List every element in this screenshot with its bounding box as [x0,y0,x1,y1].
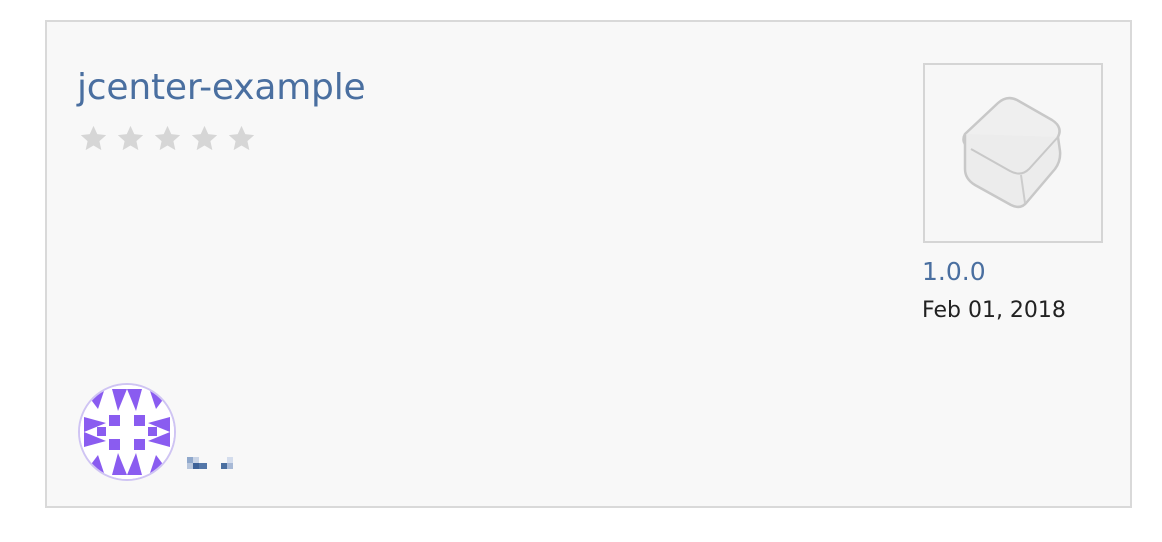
package-card: jcenter-example 1.0.0 Feb 01, 2018 [45,20,1132,508]
latest-version-link[interactable]: 1.0.0 [922,257,986,286]
pixelated-owner-name [187,457,233,469]
star-icon[interactable] [116,124,145,153]
identicon-avatar [80,385,174,479]
box-icon [962,96,1062,209]
package-title-link[interactable]: jcenter-example [77,70,366,106]
star-icon[interactable] [79,124,108,153]
star-icon[interactable] [153,124,182,153]
star-icon[interactable] [227,124,256,153]
package-image [923,63,1103,243]
star-icon[interactable] [190,124,219,153]
owner-avatar[interactable] [78,383,176,481]
rating-stars [79,124,256,153]
updated-date: Feb 01, 2018 [922,298,1066,323]
owner-name-obscured [187,455,249,471]
